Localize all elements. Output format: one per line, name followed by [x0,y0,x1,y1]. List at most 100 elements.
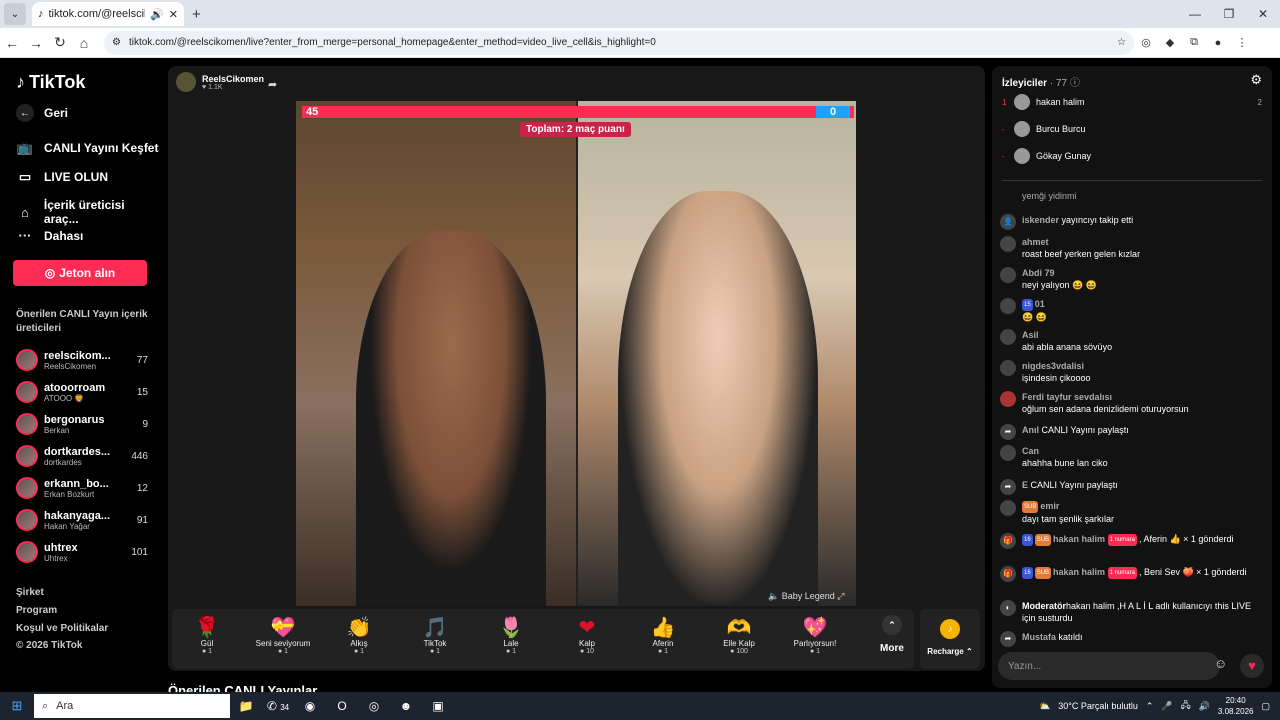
message-user[interactable]: Anıl [1022,425,1039,435]
browser-menu-icon[interactable]: ⋮ [1230,36,1254,49]
gift-item[interactable]: ❤ Kalp ● 10 [552,615,622,655]
nav-item-creator-tools[interactable]: ⌂ İçerik üreticisi araç... [16,198,162,226]
nav-item-go-live[interactable]: ▭ LIVE OLUN [16,169,108,185]
footer-link-company[interactable]: Şirket [16,587,44,598]
fullscreen-icon[interactable]: ⤢ [837,591,844,601]
notification-icon[interactable]: ▢ [1261,701,1270,712]
site-info-icon[interactable]: ⚙ [112,37,121,48]
back-icon[interactable]: ← [0,35,24,51]
url-field[interactable]: ⚙ tiktok.com/@reelscikomen/live?enter_fr… [104,30,1134,55]
message-user[interactable]: ahmet [1022,237,1049,247]
file-explorer-icon[interactable]: 📁 [230,699,262,713]
creator-item[interactable]: dortkardes... dortkardes 446 [16,442,148,470]
viewer-count: 446 [131,450,148,462]
message-user[interactable]: Ferdi tayfur sevdalısı [1022,392,1112,402]
footer-link-terms[interactable]: Koşul ve Politikalar [16,623,108,634]
reload-icon[interactable]: ↻ [48,34,72,51]
gift-item[interactable]: 🎵 TikTok ● 1 [400,615,470,655]
message-user[interactable]: 01 [1035,299,1045,309]
message-user[interactable]: emir [1040,501,1059,511]
creator-item[interactable]: uhtrex Uhtrex 101 [16,538,148,566]
message-user[interactable]: Can [1022,446,1039,456]
live-video[interactable] [296,101,856,606]
gift-item[interactable]: 👍 Aferin ● 1 [628,615,698,655]
viewer-count: 101 [131,546,148,558]
info-icon[interactable]: ⓘ [1070,78,1080,89]
host-avatar[interactable] [176,72,196,92]
tab-search-icon[interactable]: ⌄ [4,3,26,25]
audio-icon[interactable]: 🔊 [150,8,164,21]
viewer-row[interactable]: - Gökay Gunay [1002,146,1262,166]
message-user[interactable]: Abdi 79 [1022,268,1055,278]
message-user[interactable]: Mustafa [1022,632,1056,642]
more-gifts-button[interactable]: ⌃ More [872,615,912,654]
share-icon: ➦ [1000,424,1016,440]
weather-text[interactable]: 30°C Parçalı bulutlu [1058,701,1138,711]
message-user[interactable]: nigdes3vdalisi [1022,361,1084,371]
chat-message: ➦ E CANLI Yayını paylaştı [1000,479,1264,495]
chevron-up-icon: ⌃ [882,615,902,635]
close-window-icon[interactable]: ✕ [1246,0,1280,28]
app-icon[interactable]: ◎ [358,699,390,713]
share-icon[interactable]: ➦ [268,78,277,91]
extension-icon[interactable]: ◎ [1134,36,1158,49]
like-heart-button[interactable]: ♥ [1240,654,1264,678]
message-user[interactable]: E [1022,480,1028,490]
profile-avatar[interactable]: ● [1206,37,1230,49]
microphone-icon[interactable]: 🎤 [1161,701,1172,712]
chevron-up-icon[interactable]: ⌃ [1146,701,1154,712]
home-icon[interactable]: ⌂ [72,35,96,51]
metamask-icon[interactable]: ◆ [1158,36,1182,49]
message-user[interactable]: iskender [1022,215,1059,225]
creator-item[interactable]: bergonarus Berkan 9 [16,410,148,438]
message-user[interactable]: hakan halim [1053,567,1105,577]
gift-item[interactable]: 🌹 Gül ● 1 [172,615,242,655]
viewer-row[interactable]: 1 hakan halim 2 [1002,92,1262,112]
score-left: 45 [306,106,319,118]
gift-item[interactable]: 💖 Parlıyorsun! ● 1 [780,615,850,655]
host-info[interactable]: ReelsCikomen ♥ 1.1K [176,72,264,92]
chrome-icon[interactable]: ◉ [294,699,326,713]
whatsapp-icon[interactable]: ✆ 34 [262,699,294,713]
clock[interactable]: 20:40 3.08.2026 [1218,695,1254,717]
creator-item[interactable]: erkann_bo... Erkan Bozkurt 12 [16,474,148,502]
minimize-icon[interactable]: — [1178,0,1212,28]
creator-item[interactable]: reelscikom... ReelsCikomen 77 [16,346,148,374]
extensions-puzzle-icon[interactable]: ⧉ [1182,36,1206,49]
address-bar-row: ← → ↻ ⌂ ⚙ tiktok.com/@reelscikomen/live?… [0,28,1280,58]
tiktok-logo[interactable]: ♪ TikTok [16,72,85,93]
app-icon[interactable]: ▣ [422,699,454,713]
windows-start-icon[interactable]: ⊞ [0,698,34,714]
browser-tab[interactable]: ♪ tiktok.com/@reelscikomen 🔊 ✕ [32,2,184,26]
network-icon[interactable]: 🖧 [1181,698,1191,714]
viewer-row[interactable]: - Burcu Burcu [1002,119,1262,139]
gift-item[interactable]: 💝 Seni seviyorum ● 1 [248,615,318,655]
taskbar-search[interactable]: ⌕ Ara [34,694,230,718]
chat-input[interactable]: Yazın... [998,652,1220,680]
emoji-icon[interactable]: ☺ [1214,656,1227,671]
footer-link-program[interactable]: Program [16,605,57,616]
forward-icon[interactable]: → [24,35,48,51]
message-user[interactable]: hakan halim [1053,534,1105,544]
volume-icon[interactable]: 🔈 [768,591,779,601]
gift-item[interactable]: 🫶 Elle Kalp ● 100 [704,615,774,655]
gift-item[interactable]: 🌷 Lale ● 1 [476,615,546,655]
creator-item[interactable]: hakanyaga... Hakan Yağar 91 [16,506,148,534]
opera-icon[interactable]: O [326,699,358,713]
get-coins-button[interactable]: ◎ Jeton alın [13,260,147,286]
back-link[interactable]: ← Geri [16,104,68,122]
nav-item-live-explore[interactable]: 📺 CANLI Yayını Keşfet [16,140,159,156]
restore-icon[interactable]: ❐ [1212,0,1246,28]
new-tab-icon[interactable]: + [192,6,201,23]
close-tab-icon[interactable]: ✕ [169,8,178,21]
nav-item-more[interactable]: ··· Dahası [16,228,84,243]
bookmark-star-icon[interactable]: ☆ [1117,37,1126,48]
discord-icon[interactable]: ☻ [390,699,422,713]
chat-message: Asil abi abla anana sövüyo [1000,329,1264,353]
message-user[interactable]: Asil [1022,330,1039,340]
gear-icon[interactable]: ⚙ [1250,72,1262,88]
recharge-button[interactable]: ♪ Recharge ⌃ [920,609,980,669]
gift-item[interactable]: 👏 Alkış ● 1 [324,615,394,655]
creator-item[interactable]: atooorroam ATOOO 🦁 15 [16,378,148,406]
speaker-icon[interactable]: 🔊 [1199,701,1210,712]
